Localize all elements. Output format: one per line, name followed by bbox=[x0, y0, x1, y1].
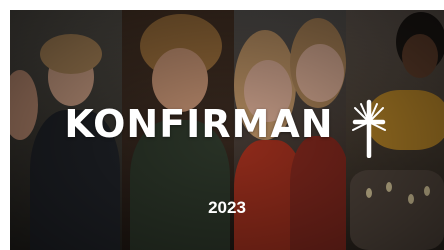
year-label: 2023 bbox=[208, 198, 246, 217]
video-thumbnail[interactable]: KONFIRMAN 2023 bbox=[10, 10, 444, 250]
cross-logo-icon bbox=[352, 99, 386, 158]
